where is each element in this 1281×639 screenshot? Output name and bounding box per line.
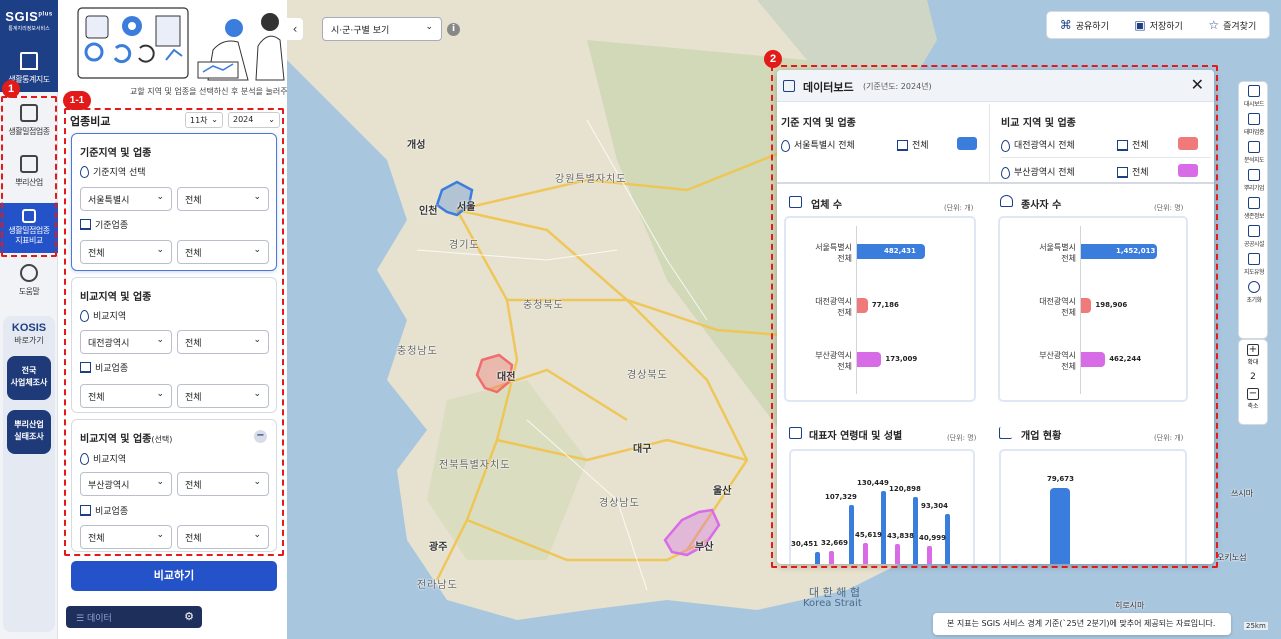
tool-survival-info[interactable]: 생존정보: [1239, 194, 1269, 222]
star-icon: ☆: [1208, 18, 1220, 32]
map-label-incheon: 인천: [419, 206, 438, 217]
annotation-badge-1-1: 1-1: [63, 91, 91, 110]
view-level-select[interactable]: 시·군·구별 보기 ⌄: [322, 17, 442, 41]
question-icon: [20, 264, 38, 282]
map-label-chungnam: 충청남도: [397, 346, 438, 357]
tool-map-type[interactable]: 지도유형: [1239, 250, 1269, 278]
nav-help[interactable]: 도움말: [0, 264, 58, 300]
info-icon[interactable]: i: [447, 23, 460, 36]
kosis-business-survey-button[interactable]: 전국 사업체조사: [7, 356, 51, 400]
annotation-box-1-1: [64, 108, 284, 556]
zoom-in-button[interactable]: +: [1247, 344, 1259, 356]
layers-icon: [1248, 253, 1260, 265]
share-button[interactable]: ⌘ 공유하기: [1060, 18, 1109, 32]
map-label-seoul: 서울: [457, 202, 476, 213]
map-top-actions: ⌘ 공유하기 ▣ 저장하기 ☆ 즐겨찾기: [1046, 11, 1270, 39]
annotation-badge-1: 1: [2, 80, 20, 98]
datasource-toggle[interactable]: ☰ 데이터 ⚙: [66, 606, 202, 628]
map-label-gyeongbuk: 경상북도: [627, 370, 668, 381]
tool-theme-business[interactable]: 테마업종: [1239, 110, 1269, 138]
annotation-badge-2: 2: [764, 50, 782, 68]
zoom-level: 2: [1250, 372, 1256, 382]
map-label-daejeon: 대전: [497, 372, 516, 383]
map-label-gwangju: 광주: [429, 542, 448, 553]
gear-icon[interactable]: ⚙: [184, 610, 194, 623]
illustration: [58, 0, 287, 86]
chevron-left-icon: ‹: [292, 22, 298, 36]
guide-text: 교할 지역 및 업종을 선택하신 후 분석을 눌러주세요.: [130, 87, 305, 96]
compare-button[interactable]: 비교하기: [71, 561, 277, 591]
annotation-box-1: [1, 96, 57, 257]
share-icon: ⌘: [1059, 18, 1072, 32]
map-label-busan: 부산: [695, 542, 714, 553]
tool-dashboard[interactable]: 대시보드: [1239, 82, 1269, 110]
map-label-chungbuk: 충청북도: [523, 300, 564, 311]
tool-reset[interactable]: 초기화: [1239, 278, 1269, 306]
footnote: 본 지표는 SGIS 서비스 경계 기준(`25년 2분기)에 맞추어 제공되는…: [933, 613, 1231, 635]
map-label-tsushima: 쓰시마: [1231, 489, 1254, 498]
zoom-out-button[interactable]: −: [1247, 388, 1259, 400]
map-label-gaesong: 개성: [407, 140, 426, 151]
zoom-out-label: 축소: [1247, 403, 1259, 410]
sgis-logo[interactable]: SGISplus 통계지리정보서비스: [0, 0, 58, 44]
kosis-root-industry-survey-button[interactable]: 뿌리산업 실태조사: [7, 410, 51, 454]
folder-icon: ▣: [1134, 18, 1146, 32]
map-label-gyeongnam: 경상남도: [599, 498, 640, 509]
map-label-gangwon: 강원특별자치도: [555, 174, 627, 185]
map-label-okinoshima: 오키노섬: [1217, 553, 1247, 562]
chevron-down-icon: ⌄: [425, 22, 433, 32]
map-label-gyeonggi: 경기도: [449, 240, 480, 251]
map-scale: 25km: [1244, 622, 1268, 630]
reset-icon: [1248, 281, 1260, 293]
map-label-jeonbuk: 전북특별자치도: [439, 460, 511, 471]
kosis-shortcut: KOSIS 바로가기 전국 사업체조사 뿌리산업 실태조사: [3, 316, 55, 632]
map-label-jeonnam: 전라남도: [417, 580, 458, 591]
map-label-daegu: 대구: [633, 444, 652, 455]
collapse-panel-button[interactable]: ‹: [287, 18, 303, 40]
tool-root-company[interactable]: 뿌리기업: [1239, 166, 1269, 194]
zoom-in-label: 확대: [1247, 359, 1259, 366]
plant-icon: [1248, 197, 1260, 209]
map-pin-icon: [1248, 113, 1260, 125]
map-label-ulsan: 울산: [713, 486, 732, 497]
document-icon: [1248, 169, 1260, 181]
map-label-strait-en: Korea Strait: [803, 598, 862, 609]
right-toolbar: 대시보드 테마업종 분석지도 뿌리기업 생존정보 공공시설 지도유형 초기화: [1238, 81, 1268, 339]
map-label-hirado: 히로시마: [1115, 601, 1145, 610]
save-button[interactable]: ▣ 저장하기: [1134, 18, 1182, 32]
annotation-box-2: [771, 65, 1218, 568]
tool-analysis-map[interactable]: 분석지도: [1239, 138, 1269, 166]
dashboard-icon: [1248, 85, 1260, 97]
favorite-button[interactable]: ☆ 즐겨찾기: [1208, 18, 1256, 32]
chart-icon: [1248, 141, 1260, 153]
building-icon: [1248, 225, 1260, 237]
home-icon: [20, 52, 38, 70]
tool-public-facility[interactable]: 공공시설: [1239, 222, 1269, 250]
list-icon: ☰: [76, 614, 87, 624]
zoom-control: + 확대 2 − 축소: [1238, 339, 1268, 425]
